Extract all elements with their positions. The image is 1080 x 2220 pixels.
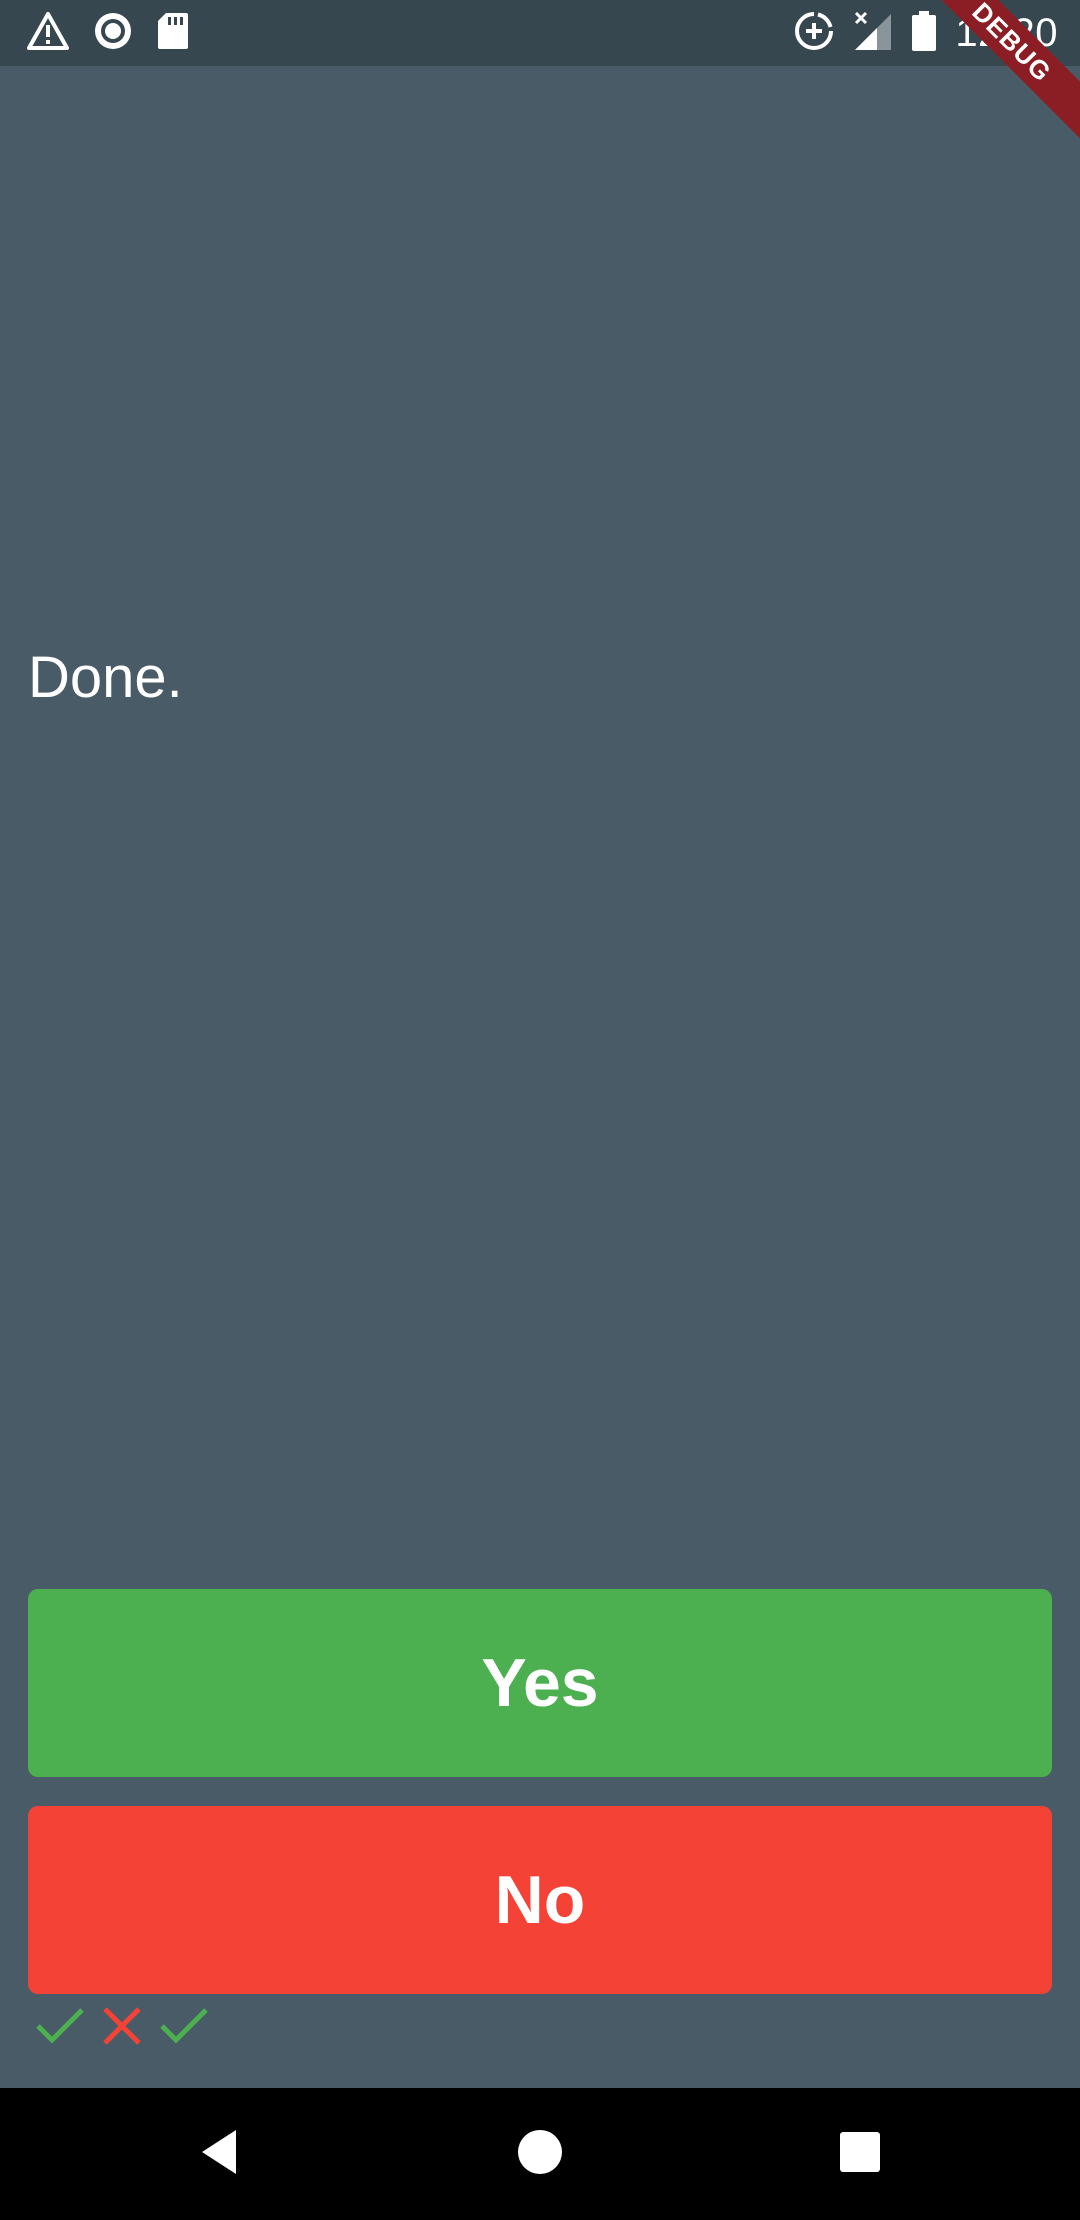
recents-button[interactable]	[820, 2114, 900, 2194]
home-icon	[516, 2128, 564, 2181]
yes-button-label: Yes	[481, 1645, 599, 1721]
yes-button[interactable]: Yes	[28, 1589, 1052, 1777]
home-button[interactable]	[500, 2114, 580, 2194]
status-left-icons	[26, 10, 190, 57]
data-saver-icon	[793, 10, 835, 57]
navigation-bar	[0, 2088, 1080, 2220]
cross-icon	[100, 2004, 144, 2053]
signal-icon	[853, 10, 893, 57]
sd-card-icon	[156, 11, 190, 56]
check-icon	[34, 2004, 86, 2053]
recents-icon	[838, 2130, 882, 2179]
back-button[interactable]	[180, 2114, 260, 2194]
circle-target-icon	[92, 10, 134, 57]
answer-history	[34, 2004, 210, 2053]
status-bar: 12:20 DEBUG	[0, 0, 1080, 149]
back-icon	[196, 2126, 244, 2183]
check-icon	[158, 2004, 210, 2053]
warning-icon	[26, 11, 70, 56]
no-button-label: No	[494, 1862, 586, 1938]
battery-icon	[911, 10, 937, 57]
no-button[interactable]: No	[28, 1806, 1052, 1994]
result-message: Done.	[28, 645, 183, 710]
main-content: Done. Yes No	[0, 66, 1080, 2088]
